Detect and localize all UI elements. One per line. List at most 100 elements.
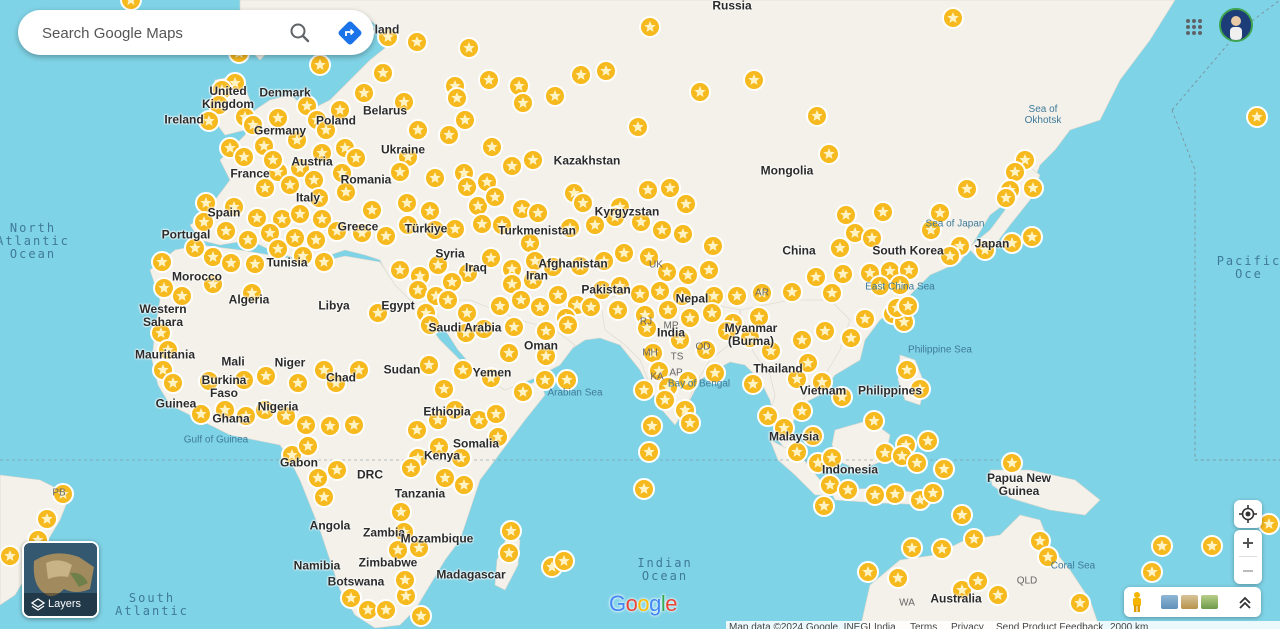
country-label[interactable]: Sudan <box>384 363 421 376</box>
saved-place-star-marker[interactable] <box>931 538 953 560</box>
saved-place-star-marker[interactable] <box>162 372 184 394</box>
saved-place-star-marker[interactable] <box>786 441 808 463</box>
saved-place-star-marker[interactable] <box>434 467 456 489</box>
saved-place-star-marker[interactable] <box>639 16 661 38</box>
country-label[interactable]: Vietnam <box>800 384 846 397</box>
saved-place-star-marker[interactable] <box>942 7 964 29</box>
saved-place-star-marker[interactable] <box>309 54 331 76</box>
saved-place-star-marker[interactable] <box>570 64 592 86</box>
country-label[interactable]: Angola <box>310 519 351 532</box>
saved-place-star-marker[interactable] <box>857 561 879 583</box>
country-label[interactable]: Gabon <box>280 456 318 469</box>
country-label[interactable]: Niger <box>275 356 306 369</box>
country-label[interactable]: Botswana <box>328 575 385 588</box>
saved-place-star-marker[interactable] <box>951 504 973 526</box>
saved-place-star-marker[interactable] <box>832 263 854 285</box>
saved-place-star-marker[interactable] <box>319 415 341 437</box>
saved-place-star-marker[interactable] <box>901 537 923 559</box>
search-button[interactable] <box>286 19 314 47</box>
country-label[interactable]: Tunisia <box>266 256 307 269</box>
saved-place-star-marker[interactable] <box>471 213 493 235</box>
saved-place-star-marker[interactable] <box>922 482 944 504</box>
saved-place-star-marker[interactable] <box>433 378 455 400</box>
expand-button[interactable] <box>1237 594 1253 615</box>
saved-place-star-marker[interactable] <box>410 605 432 627</box>
country-label[interactable]: Iraq <box>465 261 487 274</box>
saved-place-star-marker[interactable] <box>522 149 544 171</box>
saved-place-star-marker[interactable] <box>963 528 985 550</box>
saved-place-star-marker[interactable] <box>406 419 428 441</box>
saved-place-star-marker[interactable] <box>1201 535 1223 557</box>
saved-place-star-marker[interactable] <box>906 452 928 474</box>
country-label[interactable]: Nepal <box>676 292 709 305</box>
country-label[interactable]: Portugal <box>162 228 211 241</box>
country-label[interactable]: Kazakhstan <box>554 154 621 167</box>
saved-place-star-marker[interactable] <box>818 143 840 165</box>
saved-place-star-marker[interactable] <box>1022 177 1044 199</box>
country-label[interactable]: Namibia <box>294 559 341 572</box>
transit-layer-thumbnail[interactable] <box>1201 595 1218 609</box>
search-input[interactable] <box>40 21 274 45</box>
saved-place-star-marker[interactable] <box>438 124 460 146</box>
saved-place-star-marker[interactable] <box>864 484 886 506</box>
saved-place-star-marker[interactable] <box>307 467 329 489</box>
country-label[interactable]: Türkiye <box>405 222 448 235</box>
saved-place-star-marker[interactable] <box>806 105 828 127</box>
saved-place-star-marker[interactable] <box>295 414 317 436</box>
saved-place-star-marker[interactable] <box>500 520 522 542</box>
saved-place-star-marker[interactable] <box>814 320 836 342</box>
country-label[interactable]: Kenya <box>424 449 460 462</box>
saved-place-star-marker[interactable] <box>529 296 551 318</box>
country-label[interactable]: Ghana <box>212 412 249 425</box>
saved-place-star-marker[interactable] <box>254 177 276 199</box>
saved-place-star-marker[interactable] <box>884 483 906 505</box>
saved-place-star-marker[interactable] <box>1021 226 1043 248</box>
saved-place-star-marker[interactable] <box>698 259 720 281</box>
saved-place-star-marker[interactable] <box>437 289 459 311</box>
country-label[interactable]: Chad <box>326 371 356 384</box>
saved-place-star-marker[interactable] <box>444 218 466 240</box>
country-label[interactable]: Iran <box>526 269 548 282</box>
saved-place-star-marker[interactable] <box>287 372 309 394</box>
country-label[interactable]: Thailand <box>753 362 802 375</box>
saved-place-star-marker[interactable] <box>489 295 511 317</box>
country-label[interactable]: Afghanistan <box>538 257 607 270</box>
saved-place-star-marker[interactable] <box>375 225 397 247</box>
country-label[interactable]: Denmark <box>259 86 310 99</box>
saved-place-star-marker[interactable] <box>701 302 723 324</box>
country-label[interactable]: Spain <box>208 206 241 219</box>
saved-place-star-marker[interactable] <box>36 508 58 530</box>
saved-place-star-marker[interactable] <box>677 264 699 286</box>
saved-place-star-marker[interactable] <box>1258 513 1280 535</box>
saved-place-star-marker[interactable] <box>840 327 862 349</box>
search-bar[interactable] <box>18 10 374 55</box>
country-label[interactable]: Ireland <box>164 113 203 126</box>
saved-place-star-marker[interactable] <box>396 192 418 214</box>
saved-place-star-marker[interactable] <box>375 599 397 621</box>
street-view-pegman[interactable] <box>1130 591 1144 618</box>
terms-link[interactable]: Terms <box>910 621 937 629</box>
saved-place-star-marker[interactable] <box>151 251 173 273</box>
saved-place-star-marker[interactable] <box>956 178 978 200</box>
saved-place-star-marker[interactable] <box>1004 161 1026 183</box>
zoom-out-button[interactable] <box>1234 558 1262 584</box>
saved-place-star-marker[interactable] <box>340 587 362 609</box>
saved-place-star-marker[interactable] <box>478 69 500 91</box>
country-label[interactable]: Mali <box>221 355 244 368</box>
saved-place-star-marker[interactable] <box>202 246 224 268</box>
saved-place-star-marker[interactable] <box>995 187 1017 209</box>
directions-button[interactable] <box>335 18 365 48</box>
country-label[interactable]: Italy <box>296 191 320 204</box>
my-location-button[interactable] <box>1234 500 1262 528</box>
saved-place-star-marker[interactable] <box>406 31 428 53</box>
saved-place-star-marker[interactable] <box>835 204 857 226</box>
saved-place-star-marker[interactable] <box>452 359 474 381</box>
saved-place-star-marker[interactable] <box>896 359 918 381</box>
saved-place-star-marker[interactable] <box>389 161 411 183</box>
saved-place-star-marker[interactable] <box>933 458 955 480</box>
world-map[interactable] <box>0 0 1280 629</box>
saved-place-star-marker[interactable] <box>967 570 989 592</box>
saved-place-star-marker[interactable] <box>633 478 655 500</box>
saved-place-star-marker[interactable] <box>580 296 602 318</box>
traffic-layer-thumbnail[interactable] <box>1181 595 1198 609</box>
